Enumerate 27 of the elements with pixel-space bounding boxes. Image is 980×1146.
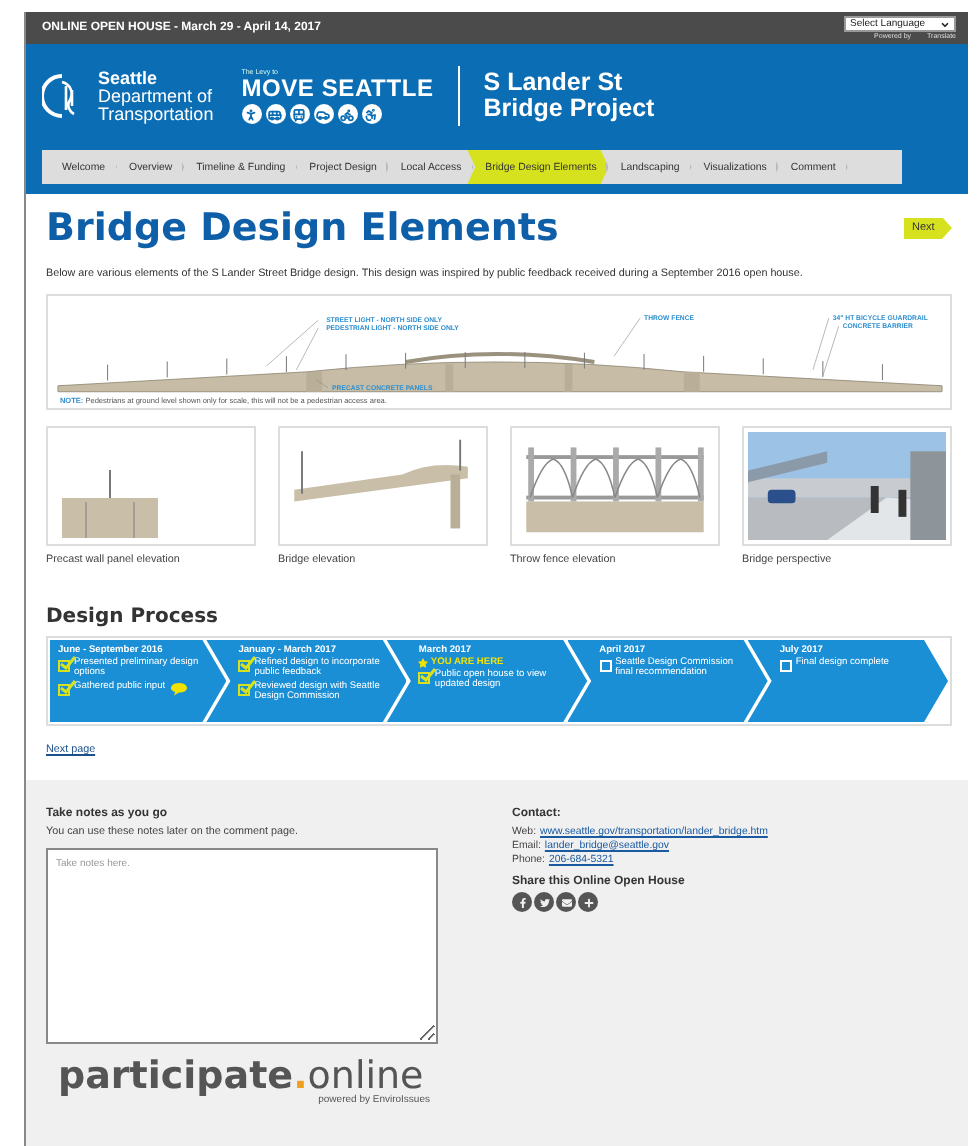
project-title: S Lander St (483, 70, 625, 96)
project-title: Bridge Project (483, 96, 655, 122)
agency-name: Transportation (98, 105, 214, 123)
caret-icon (940, 19, 950, 29)
leader-line (315, 379, 329, 389)
agency-name: Seattle (98, 69, 160, 87)
leader-line (613, 317, 641, 357)
thumbnail-frame[interactable] (46, 426, 256, 546)
bicycle-icon (337, 104, 358, 124)
train-icon (289, 104, 310, 124)
plus-icon[interactable] (578, 892, 598, 912)
leader-line (812, 317, 830, 371)
section-title: Design Process (46, 606, 220, 628)
person-icon (361, 104, 382, 124)
email-icon[interactable] (556, 892, 576, 912)
star-icon (418, 658, 429, 668)
agency-name: Department of (98, 87, 214, 105)
pedestrian-icon (241, 104, 262, 124)
leader-line (822, 325, 840, 377)
car-icon (313, 104, 334, 124)
bus-icon (265, 104, 286, 124)
participate-logo: participate.online (58, 1060, 424, 1094)
levy-name: MOVE SEATTLE (241, 76, 434, 102)
wall-panel-drawing (60, 468, 160, 540)
facebook-icon[interactable] (512, 892, 532, 912)
page-title: Bridge Design Elements (46, 206, 559, 250)
twitter-icon[interactable] (534, 892, 554, 912)
